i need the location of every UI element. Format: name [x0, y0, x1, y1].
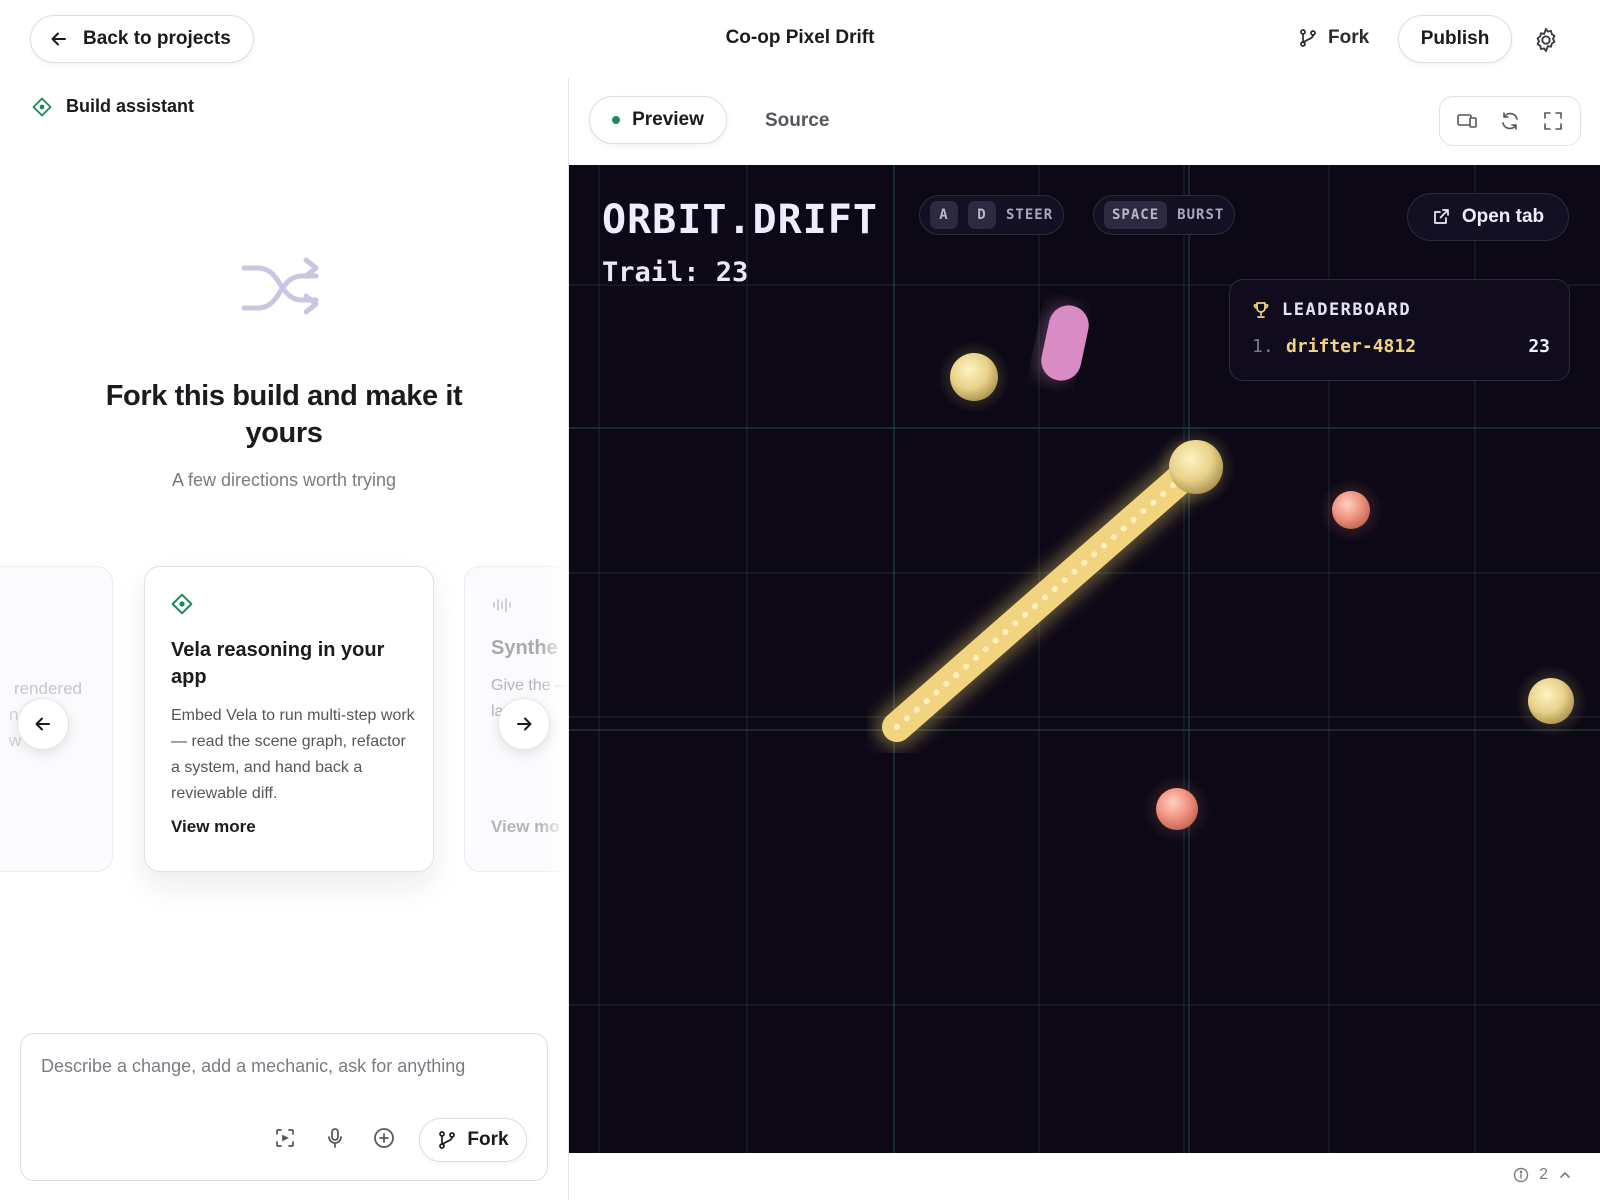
key-d: D — [968, 201, 996, 229]
live-dot — [612, 116, 621, 124]
leaderboard-score: 23 — [1528, 336, 1550, 357]
view-more-link[interactable]: View more — [171, 817, 256, 837]
arrow-left-icon — [33, 714, 53, 734]
gold-orb — [950, 353, 998, 401]
status-count: 2 — [1539, 1166, 1548, 1183]
assistant-title: Build assistant — [66, 96, 195, 116]
chevron-up-icon — [1558, 1168, 1572, 1182]
game-preview[interactable]: ORBIT.DRIFT Trail: 23 A D STEER SPACE BU… — [569, 165, 1600, 1153]
refresh-icon[interactable] — [1499, 110, 1521, 132]
tab-preview-label: Preview — [632, 109, 704, 130]
key-space: SPACE — [1104, 201, 1168, 229]
fork-label: Fork — [1328, 27, 1370, 48]
coral-orb — [1156, 788, 1198, 830]
trail-counter: Trail: 23 — [602, 257, 749, 288]
fork-heading: Fork this build and make it yours — [105, 380, 463, 449]
leaderboard-row: 1. drifter-4812 23 — [1252, 336, 1550, 357]
preview-tools — [1439, 96, 1581, 146]
external-link-icon — [1432, 208, 1450, 226]
leaderboard-title: LEADERBOARD — [1282, 300, 1412, 320]
git-branch-icon — [1298, 28, 1318, 48]
publish-button[interactable]: Publish — [1398, 15, 1512, 63]
assistant-header: Build assistant — [32, 96, 194, 117]
preview-toolbar: Preview Source — [569, 78, 1600, 164]
steer-hint: A D STEER — [919, 195, 1065, 235]
card-title: Vela reasoning in your app — [171, 639, 385, 688]
add-circle-icon[interactable] — [372, 1126, 396, 1150]
fork-button[interactable]: Fork — [1298, 27, 1369, 49]
composer-fork-button[interactable]: Fork — [419, 1118, 527, 1162]
fork-subheading: A few directions worth trying — [171, 470, 397, 490]
microphone-icon[interactable] — [323, 1126, 347, 1150]
fork-label: Fork — [467, 1129, 509, 1150]
info-icon — [1513, 1167, 1529, 1183]
status-info[interactable]: 2 — [1513, 1166, 1572, 1184]
top-bar: Back to projects Co-op Pixel Drift Fork … — [0, 0, 1600, 78]
player-head — [1169, 440, 1223, 494]
open-tab-label: Open tab — [1461, 206, 1545, 227]
carousel-prev-button[interactable] — [17, 698, 69, 750]
devices-icon[interactable] — [1456, 110, 1478, 132]
carousel-next-button[interactable] — [498, 698, 550, 750]
coral-orb — [1332, 491, 1370, 529]
status-bar: 2 — [569, 1153, 1600, 1200]
open-tab-button[interactable]: Open tab — [1407, 193, 1569, 241]
waveform-icon — [491, 597, 513, 613]
arrow-right-icon — [514, 714, 534, 734]
fullscreen-icon[interactable] — [1542, 110, 1564, 132]
assistant-panel: Build assistant Fork this build and make… — [0, 78, 614, 1200]
vela-diamond-icon — [32, 97, 52, 117]
game-title: ORBIT.DRIFT — [602, 197, 878, 243]
shuffle-icon — [240, 250, 326, 326]
arrow-left-icon — [49, 29, 69, 49]
trophy-icon — [1252, 301, 1270, 319]
leaderboard: LEADERBOARD 1. drifter-4812 23 — [1229, 279, 1570, 381]
vela-diamond-icon — [171, 593, 193, 615]
git-branch-icon — [437, 1130, 457, 1150]
prompt-input[interactable] — [41, 1056, 529, 1077]
back-label: Back to projects — [83, 28, 231, 49]
key-a: A — [930, 201, 958, 229]
gear-icon[interactable] — [1532, 26, 1560, 54]
suggestion-card-vela[interactable]: Vela reasoning in your app Embed Vela to… — [144, 566, 434, 872]
leaderboard-player: drifter-4812 — [1286, 336, 1417, 357]
card-description: Embed Vela to run multi-step work — read… — [171, 707, 415, 802]
leaderboard-rank: 1. — [1252, 336, 1274, 357]
screenshot-frame-icon[interactable] — [273, 1126, 297, 1150]
steer-label: STEER — [1006, 207, 1054, 223]
leaderboard-header: LEADERBOARD — [1252, 300, 1411, 320]
back-to-projects-button[interactable]: Back to projects — [30, 15, 254, 63]
burst-label: BURST — [1177, 207, 1225, 223]
gold-orb — [1528, 678, 1574, 724]
burst-hint: SPACE BURST — [1093, 195, 1236, 235]
card-partial-text: rendered — [13, 679, 82, 698]
composer: Fork — [20, 1033, 548, 1181]
tab-source[interactable]: Source — [765, 110, 829, 132]
tab-preview[interactable]: Preview — [589, 96, 727, 144]
